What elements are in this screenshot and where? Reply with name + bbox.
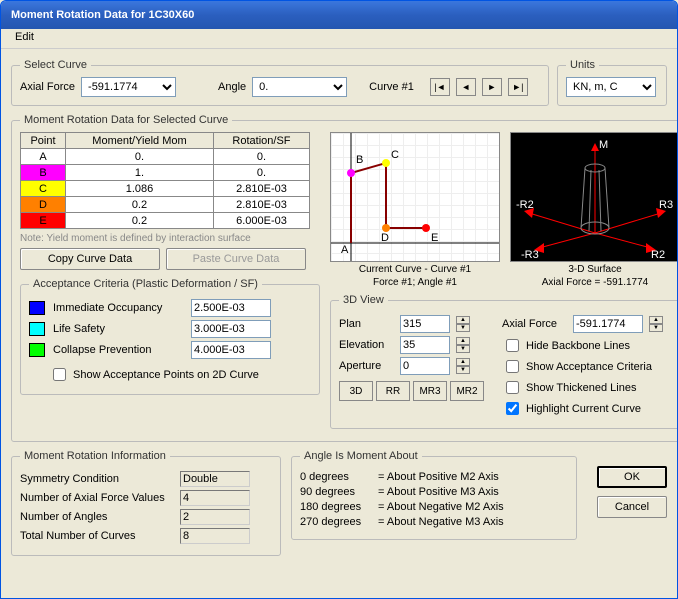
svg-text:E: E (431, 232, 438, 244)
menu-edit[interactable]: Edit (9, 29, 40, 45)
3d-view-group: 3D View Plan ▲▼ Elevation (330, 294, 678, 429)
ls-input[interactable] (191, 320, 271, 338)
show-acceptance-checkbox[interactable] (506, 360, 519, 373)
elev-down[interactable]: ▼ (456, 345, 470, 353)
mr2-button[interactable]: MR2 (450, 381, 484, 401)
axial-down[interactable]: ▼ (649, 324, 663, 332)
mr3-button[interactable]: MR3 (413, 381, 447, 401)
io-input[interactable] (191, 299, 271, 317)
svg-text:A: A (341, 244, 349, 256)
ok-button[interactable]: OK (597, 466, 667, 488)
table-row: D0.22.810E-03 (21, 197, 310, 213)
surface-caption-2: Axial Force = -591.1774 (510, 277, 678, 288)
svg-text:R3: R3 (659, 199, 673, 211)
axial-count-value (180, 490, 250, 506)
title-bar: Moment Rotation Data for 1C30X60 (1, 1, 677, 29)
col-rotation: Rotation/SF (213, 133, 309, 149)
acceptance-group: Acceptance Criteria (Plastic Deformation… (20, 278, 320, 395)
show-acceptance-points-checkbox[interactable] (53, 368, 66, 381)
curve-caption-2: Force #1; Angle #1 (330, 277, 500, 288)
cp-swatch (29, 343, 45, 357)
elev-up[interactable]: ▲ (456, 337, 470, 345)
plan-up[interactable]: ▲ (456, 316, 470, 324)
plan-down[interactable]: ▼ (456, 324, 470, 332)
ls-label: Life Safety (53, 323, 183, 335)
units-select[interactable]: KN, m, C (566, 77, 656, 97)
units-legend: Units (566, 59, 599, 71)
hide-backbone-checkbox[interactable] (506, 339, 519, 352)
3d-surface-graph: M R3 -R2 R2 -R3 (510, 132, 678, 262)
col-point: Point (21, 133, 66, 149)
menu-bar: Edit (1, 29, 677, 49)
highlight-curve-checkbox[interactable] (506, 402, 519, 415)
units-group: Units KN, m, C (557, 59, 667, 106)
rr-button[interactable]: RR (376, 381, 410, 401)
copy-curve-button[interactable]: Copy Curve Data (20, 248, 160, 270)
3d-button[interactable]: 3D (339, 381, 373, 401)
ap-down[interactable]: ▼ (456, 366, 470, 374)
table-row: E0.26.000E-03 (21, 213, 310, 229)
data-legend: Moment Rotation Data for Selected Curve (20, 114, 232, 126)
svg-text:-R2: -R2 (516, 199, 534, 211)
first-curve-button[interactable]: |◄ (430, 78, 450, 96)
moment-rotation-data-group: Moment Rotation Data for Selected Curve … (11, 114, 678, 442)
aperture-input[interactable] (400, 357, 450, 375)
io-swatch (29, 301, 45, 315)
dialog-window: Moment Rotation Data for 1C30X60 Edit Se… (0, 0, 678, 599)
select-curve-group: Select Curve Axial Force -591.1774 Angle… (11, 59, 549, 106)
3d-view-legend: 3D View (339, 294, 388, 306)
angle-about-legend: Angle Is Moment About (300, 450, 422, 462)
surface-caption-1: 3-D Surface (510, 264, 678, 275)
axial-force-select[interactable]: -591.1774 (81, 77, 176, 97)
acceptance-legend: Acceptance Criteria (Plastic Deformation… (29, 278, 262, 290)
info-legend: Moment Rotation Information (20, 450, 170, 462)
svg-text:M: M (599, 139, 608, 151)
paste-curve-button: Paste Curve Data (166, 248, 306, 270)
svg-text:R2: R2 (651, 249, 665, 261)
io-label: Immediate Occupancy (53, 302, 183, 314)
show-acceptance-points-label: Show Acceptance Points on 2D Curve (73, 369, 259, 381)
angle-count-value (180, 509, 250, 525)
curve-number-label: Curve #1 (369, 81, 414, 93)
view-axial-label: Axial Force (502, 318, 567, 330)
table-row: A0.0. (21, 149, 310, 165)
table-row: C1.0862.810E-03 (21, 181, 310, 197)
ap-up[interactable]: ▲ (456, 358, 470, 366)
angle-select[interactable]: 0. (252, 77, 347, 97)
svg-text:D: D (381, 232, 389, 244)
note-text: Note: Yield moment is defined by interac… (20, 233, 320, 244)
select-curve-legend: Select Curve (20, 59, 91, 71)
window-title: Moment Rotation Data for 1C30X60 (11, 9, 194, 21)
cancel-button[interactable]: Cancel (597, 496, 667, 518)
svg-text:-R3: -R3 (521, 249, 539, 261)
col-moment: Moment/Yield Mom (66, 133, 214, 149)
svg-text:C: C (391, 149, 399, 161)
svg-text:B: B (356, 154, 363, 166)
elev-label: Elevation (339, 339, 394, 351)
elev-input[interactable] (400, 336, 450, 354)
angle-about-group: Angle Is Moment About 0 degrees= About P… (291, 450, 577, 540)
total-curves-value (180, 528, 250, 544)
table-row: B1.0. (21, 165, 310, 181)
data-table: Point Moment/Yield Mom Rotation/SF A0.0.… (20, 132, 310, 229)
prev-curve-button[interactable]: ◄ (456, 78, 476, 96)
last-curve-button[interactable]: ►| (508, 78, 528, 96)
show-thickened-checkbox[interactable] (506, 381, 519, 394)
angle-label: Angle (218, 81, 246, 93)
symmetry-value (180, 471, 250, 487)
view-axial-input[interactable] (573, 315, 643, 333)
plan-label: Plan (339, 318, 394, 330)
axial-up[interactable]: ▲ (649, 316, 663, 324)
ls-swatch (29, 322, 45, 336)
cp-label: Collapse Prevention (53, 344, 183, 356)
next-curve-button[interactable]: ► (482, 78, 502, 96)
plan-input[interactable] (400, 315, 450, 333)
aperture-label: Aperture (339, 360, 394, 372)
axial-force-label: Axial Force (20, 81, 75, 93)
current-curve-graph: B C D E A (330, 132, 500, 262)
info-group: Moment Rotation Information Symmetry Con… (11, 450, 281, 556)
curve-caption-1: Current Curve - Curve #1 (330, 264, 500, 275)
cp-input[interactable] (191, 341, 271, 359)
